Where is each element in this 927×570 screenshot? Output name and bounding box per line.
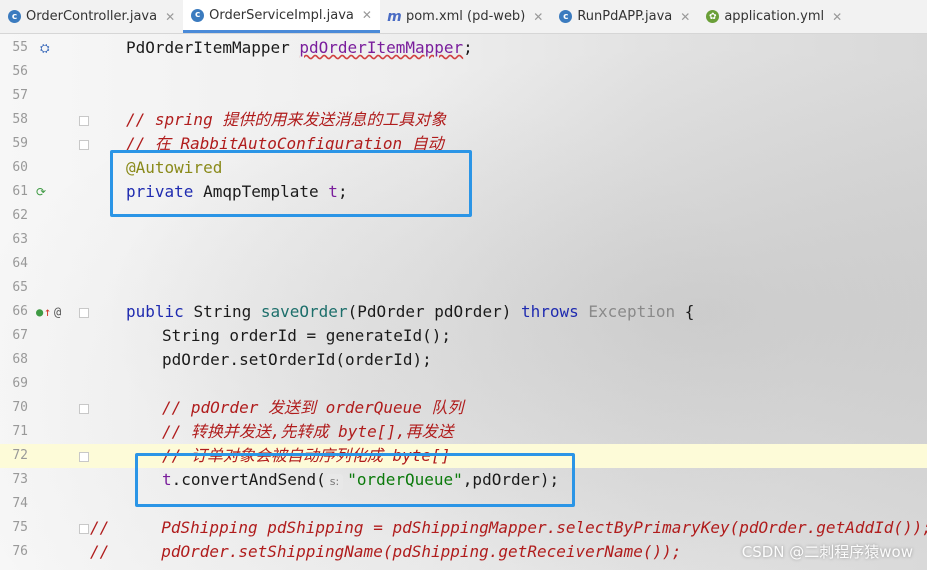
code-line-71: // 转换并发送,先转成 byte[],再发送 [162,420,454,444]
line-number: 72 [12,448,28,463]
line-number: 63 [12,232,28,247]
line-number: 55 [12,40,28,55]
fold-marker[interactable] [79,524,89,534]
fold-marker[interactable] [79,308,89,318]
line-number: 66 [12,304,28,319]
implements-method-icon[interactable]: ● [36,300,43,324]
punctuation: { [675,302,695,321]
line-number: 71 [12,424,28,439]
tab-label: RunPdAPP.java [577,9,673,24]
tab-order-controller[interactable]: c OrderController.java ✕ [0,0,183,33]
comment-text: pdOrder.setShippingName(pdShipping.getRe… [161,542,682,561]
line-number: 61 [12,184,28,199]
exception-type: Exception [588,302,676,321]
tab-label: pom.xml (pd-web) [405,9,526,24]
editor-tab-bar: c OrderController.java ✕ c OrderServiceI… [0,0,927,34]
field-token: pdOrderItemMapper [299,38,464,57]
comment-text: PdShipping pdShipping = pdShippingMapper… [161,518,927,537]
punctuation: ; [463,38,473,57]
tab-label: application.yml [724,9,825,24]
line-number: 73 [12,472,28,487]
tab-label: OrderController.java [26,9,158,24]
comment-text: // 转换并发送,先转成 byte[],再发送 [162,422,454,441]
method-name: saveOrder [260,302,348,321]
code-line-66: public String saveOrder(PdOrder pdOrder)… [126,300,694,324]
code-line-76: // pdOrder.setShippingName(pdShipping.get… [90,540,681,564]
code-line-67: String orderId = generateId(); [162,324,451,348]
spring-yml-icon: ✿ [706,10,720,23]
code-line-75: // PdShipping pdShipping = pdShippingMapp… [90,516,927,540]
fold-marker[interactable] [79,452,89,462]
statement-text: String orderId = generateId(); [162,326,451,345]
java-class-icon: c [8,10,21,23]
fold-marker[interactable] [79,404,89,414]
line-number: 69 [12,376,28,391]
close-icon[interactable]: ✕ [533,10,543,24]
line-number: 70 [12,400,28,415]
close-icon[interactable]: ✕ [680,10,690,24]
override-arrow-icon[interactable]: ↑ [44,300,51,324]
code-line-58: // spring 提供的用来发送消息的工具对象 [126,108,446,132]
comment-text: // spring 提供的用来发送消息的工具对象 [126,110,447,129]
tab-order-service-impl[interactable]: c OrderServiceImpl.java ✕ [183,0,380,33]
fold-marker[interactable] [79,140,89,150]
line-number: 57 [12,88,28,103]
fold-marker[interactable] [79,116,89,126]
spring-autowired-icon[interactable]: ⟳ [36,180,46,204]
line-number: 64 [12,256,28,271]
line-number: 59 [12,136,28,151]
comment-text: // pdOrder 发送到 orderQueue 队列 [162,398,464,417]
line-number: 60 [12,160,28,175]
maven-icon: m [387,8,402,25]
tab-label: OrderServiceImpl.java [209,7,354,23]
implemented-bean-icon[interactable]: ⛭ [40,36,50,60]
watermark: CSDN @二刺程序猿wow [741,543,913,561]
comment-prefix: // [90,542,110,561]
annotation-at-icon[interactable]: @ [54,300,61,324]
run-class-icon: c [559,10,573,23]
params-token: (PdOrder pdOrder) [347,302,521,321]
line-number: 68 [12,352,28,367]
code-line-68: pdOrder.setOrderId(orderId); [162,348,432,372]
code-line-70: // pdOrder 发送到 orderQueue 队列 [162,396,464,420]
close-icon[interactable]: ✕ [165,10,175,24]
keyword-token: public [126,302,194,321]
keyword-token: throws [520,302,589,321]
line-gutter: 55 56 57 58 59 60 61 62 63 64 65 66 67 6… [0,36,89,570]
comment-prefix: // [90,518,110,537]
java-class-icon: c [191,8,205,22]
highlight-box-convert-and-send [135,453,575,507]
line-number: 67 [12,328,28,343]
line-number: 58 [12,112,28,127]
line-number: 75 [12,520,28,535]
line-number: 62 [12,208,28,223]
tab-run-pd-app[interactable]: c RunPdAPP.java ✕ [551,0,698,33]
line-number: 76 [12,544,28,559]
statement-text: pdOrder.setOrderId(orderId); [162,350,432,369]
tab-application-yml[interactable]: ✿ application.yml ✕ [698,0,850,33]
type-token: PdOrderItemMapper [126,38,300,57]
type-token: String [193,302,261,321]
line-number: 56 [12,64,28,79]
tab-pom-xml[interactable]: m pom.xml (pd-web) ✕ [380,0,551,33]
close-icon[interactable]: ✕ [832,10,842,24]
line-number: 74 [12,496,28,511]
close-icon[interactable]: ✕ [362,8,372,22]
code-line-55: PdOrderItemMapper pdOrderItemMapper; [126,36,473,60]
line-number: 65 [12,280,28,295]
highlight-box-autowired [110,150,472,217]
